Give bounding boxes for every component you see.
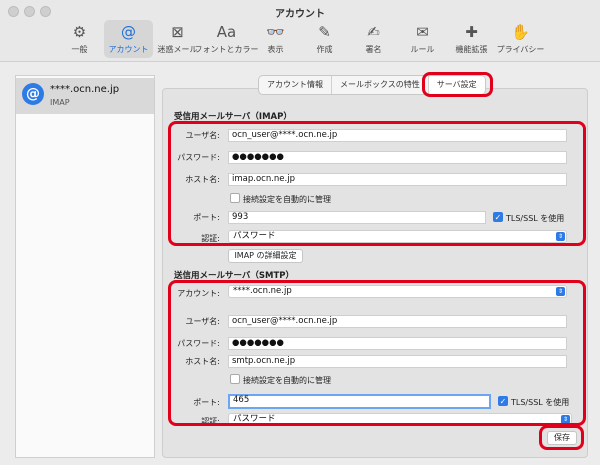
toolbar-item-label: 機能拡張 [455, 45, 488, 54]
incoming-password-field[interactable]: ●●●●●●● [228, 151, 567, 164]
toolbar-item-label: プライバシー [496, 45, 545, 54]
glasses-icon: 👓 [266, 22, 285, 41]
outgoing-auth-label: 認証: [201, 417, 220, 426]
incoming-server-title: 受信用メールサーバ（IMAP） [174, 112, 292, 122]
incoming-host-label: ホスト名: [185, 175, 220, 184]
incoming-password-label: パスワード: [177, 153, 220, 162]
settings-tabs: アカウント情報 メールボックスの特性 サーバ設定 [258, 75, 486, 95]
gear-icon: ⚙ [72, 22, 87, 41]
preferences-toolbar: ⚙ 一般 @ アカウント ⊠ 迷惑メール Aa フォントとカラー 👓 表示 ✎ … [55, 20, 545, 60]
outgoing-username-label: ユーザ名: [185, 317, 220, 326]
junk-icon: ⊠ [171, 22, 184, 41]
hand-icon: ✋ [511, 22, 530, 41]
toolbar-item-label: 表示 [267, 45, 284, 54]
toolbar-item-label: アカウント [108, 45, 149, 54]
accounts-sidebar: @ ****.ocn.ne.jp IMAP [15, 75, 155, 458]
outgoing-auth-value: パスワード [233, 414, 276, 424]
tab-account-info[interactable]: アカウント情報 [259, 76, 332, 94]
outgoing-port-field[interactable]: 465 [228, 394, 491, 409]
outgoing-password-label: パスワード: [177, 339, 220, 348]
incoming-auto-manage-checkbox[interactable] [230, 193, 240, 203]
at-icon: @ [22, 83, 44, 105]
tab-mailbox-behaviors[interactable]: メールボックスの特性 [332, 76, 429, 94]
incoming-host-field[interactable]: imap.ocn.ne.jp [228, 173, 567, 186]
account-type: IMAP [50, 98, 70, 107]
toolbar-item-accounts[interactable]: @ アカウント [104, 20, 153, 58]
outgoing-port-label: ポート: [193, 398, 220, 407]
compose-icon: ✎ [318, 22, 331, 41]
outgoing-host-label: ホスト名: [185, 357, 220, 366]
at-icon: @ [121, 22, 136, 41]
toolbar-item-general[interactable]: ⚙ 一般 [55, 20, 104, 58]
chevron-updown-icon: ⇕ [556, 232, 565, 241]
incoming-auth-label: 認証: [201, 234, 220, 243]
outgoing-auto-manage-checkbox[interactable] [230, 374, 240, 384]
toolbar-item-fonts[interactable]: Aa フォントとカラー [195, 20, 259, 58]
toolbar-item-label: フォントとカラー [194, 45, 259, 54]
toolbar-item-composing[interactable]: ✎ 作成 [300, 20, 349, 58]
toolbar-item-viewing[interactable]: 👓 表示 [251, 20, 300, 58]
incoming-auth-select[interactable]: パスワード ⇕ [228, 230, 567, 243]
toolbar-item-rules[interactable]: ✉ ルール [398, 20, 447, 58]
chevron-updown-icon: ⇕ [556, 287, 565, 296]
font-icon: Aa [216, 22, 237, 41]
outgoing-username-field[interactable]: ocn_user@****.ocn.ne.jp [228, 315, 567, 328]
title-bar: アカウント ⚙ 一般 @ アカウント ⊠ 迷惑メール Aa フォントとカラー 👓… [0, 0, 600, 62]
toolbar-item-label: 一般 [71, 45, 88, 54]
toolbar-item-label: 作成 [316, 45, 333, 54]
tab-server-settings[interactable]: サーバ設定 [428, 76, 485, 94]
incoming-auth-value: パスワード [233, 231, 276, 241]
incoming-tls-label: TLS/SSL を使用 [506, 214, 565, 223]
outgoing-auto-manage-label: 接続設定を自動的に管理 [243, 376, 331, 385]
window-title: アカウント [275, 9, 325, 20]
toolbar-item-extensions[interactable]: ✚ 機能拡張 [447, 20, 496, 58]
outgoing-account-label: アカウント: [177, 289, 220, 298]
toolbar-item-label: 迷惑メール [157, 45, 198, 54]
rules-icon: ✉ [416, 22, 429, 41]
outgoing-account-select[interactable]: ****.ocn.ne.jp ⇕ [228, 285, 567, 298]
chevron-updown-icon: ⇕ [561, 415, 570, 424]
incoming-username-label: ユーザ名: [185, 131, 220, 140]
outgoing-account-value: ****.ocn.ne.jp [233, 286, 292, 296]
outgoing-host-field[interactable]: smtp.ocn.ne.jp [228, 355, 567, 368]
incoming-username-field[interactable]: ocn_user@****.ocn.ne.jp [228, 129, 567, 142]
incoming-port-field[interactable]: 993 [228, 211, 486, 224]
signature-icon: ✍ [367, 22, 380, 41]
imap-advanced-settings-button[interactable]: IMAP の詳細設定 [228, 249, 303, 263]
outgoing-tls-label: TLS/SSL を使用 [511, 398, 570, 407]
toolbar-item-privacy[interactable]: ✋ プライバシー [496, 20, 545, 58]
outgoing-tls-checkbox[interactable]: ✓ [498, 396, 508, 406]
incoming-port-label: ポート: [193, 213, 220, 222]
puzzle-icon: ✚ [465, 22, 478, 41]
toolbar-item-label: 署名 [365, 45, 382, 54]
outgoing-auth-select[interactable]: パスワード ⇕ [228, 413, 572, 426]
account-name: ****.ocn.ne.jp [50, 84, 120, 95]
outgoing-password-field[interactable]: ●●●●●●● [228, 337, 567, 350]
toolbar-item-signatures[interactable]: ✍ 署名 [349, 20, 398, 58]
save-button[interactable]: 保存 [547, 431, 577, 445]
incoming-auto-manage-label: 接続設定を自動的に管理 [243, 195, 331, 204]
account-list-item[interactable]: @ ****.ocn.ne.jp IMAP [16, 78, 154, 114]
mail-preferences-window: アカウント ⚙ 一般 @ アカウント ⊠ 迷惑メール Aa フォントとカラー 👓… [0, 0, 600, 465]
toolbar-item-label: ルール [410, 45, 435, 54]
outgoing-server-title: 送信用メールサーバ（SMTP） [174, 271, 295, 281]
incoming-tls-checkbox[interactable]: ✓ [493, 212, 503, 222]
